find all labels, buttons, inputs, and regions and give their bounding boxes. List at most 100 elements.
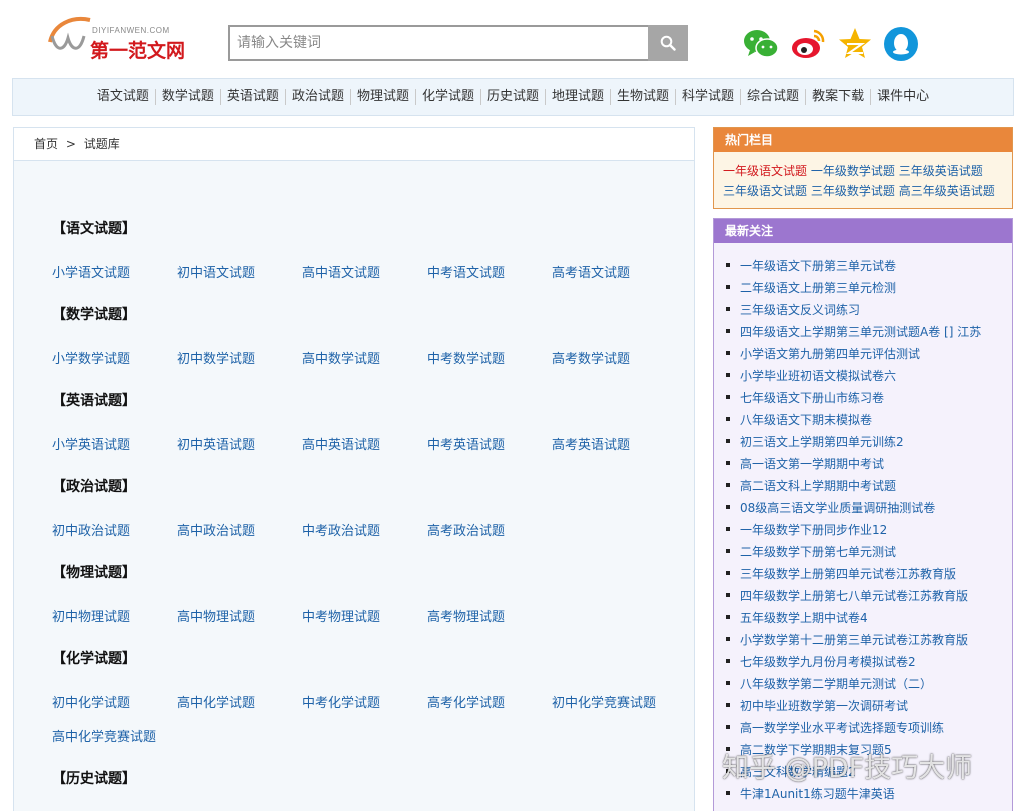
latest-item[interactable]: 一年级数学下册同步作业12 <box>726 519 981 541</box>
latest-item[interactable]: 八年级数学第二学期单元测试（二） <box>726 673 981 695</box>
section-title: 【化学试题】 <box>52 651 136 667</box>
wechat-share-button[interactable] <box>742 25 780 63</box>
hot-row-2: 三年级语文试题 三年级数学试题 高三年级英语试题 <box>723 182 995 199</box>
nav-item-courseware[interactable]: 课件中心 <box>870 89 935 105</box>
search-button[interactable] <box>648 25 688 61</box>
section-link[interactable]: 初中政治试题 <box>52 520 130 539</box>
main-content-panel: 首页 > 试题库 【语文试题】 小学语文试题 初中语文试题 高中语文试题 中考语文试题高… <box>13 127 695 811</box>
latest-item[interactable]: 四年级语文上学期第三单元测试题A卷 [] 江苏 <box>726 321 981 343</box>
nav-item-lesson-plans[interactable]: 教案下载 <box>805 89 870 105</box>
nav-item-history[interactable]: 历史试题 <box>479 89 545 105</box>
hot-link[interactable]: 三年级语文试题 <box>723 184 807 198</box>
section-link[interactable]: 小学语文试题 <box>52 262 130 281</box>
section-link[interactable]: 初中语文试题 <box>177 262 255 281</box>
section-link[interactable]: 中考语文试题 <box>427 262 505 281</box>
latest-item[interactable]: 小学语文第九册第四单元评估测试 <box>726 343 981 365</box>
section-link[interactable]: 初中数学试题 <box>177 348 255 367</box>
section-link[interactable]: 高中物理试题 <box>177 606 255 625</box>
nav-item-math[interactable]: 数学试题 <box>154 89 220 105</box>
latest-box: 最新关注 一年级语文下册第三单元试卷 二年级语文上册第三单元检测 三年级语文反义词练… <box>713 218 1013 811</box>
section-title: 【历史试题】 <box>52 771 136 787</box>
wechat-icon <box>744 30 779 58</box>
section-link[interactable]: 中考英语试题 <box>427 434 505 453</box>
breadcrumb-current: 试题库 <box>83 137 120 151</box>
search-input[interactable] <box>228 25 650 61</box>
breadcrumb: 首页 > 试题库 <box>14 128 694 161</box>
section-link[interactable]: 初中物理试题 <box>52 606 130 625</box>
section-link[interactable]: 高考数学试题 <box>552 348 630 367</box>
section-link[interactable]: 高中政治试题 <box>177 520 255 539</box>
section-link[interactable]: 中考化学试题 <box>302 692 380 711</box>
hot-columns-box: 热门栏目 一年级语文试题 一年级数学试题 三年级英语试题 三年级语文试题 三年级… <box>713 127 1013 209</box>
section-link[interactable]: 小学数学试题 <box>52 348 130 367</box>
hot-link[interactable]: 一年级数学试题 <box>811 164 895 178</box>
latest-item[interactable]: 八年级语文下期末模拟卷 <box>726 409 981 431</box>
hot-link[interactable]: 一年级语文试题 <box>723 164 807 178</box>
nav-item-science[interactable]: 科学试题 <box>675 89 740 105</box>
latest-title: 最新关注 <box>714 219 1012 243</box>
section-link[interactable]: 初中化学竞赛试题 <box>552 692 656 711</box>
section-link[interactable]: 高考语文试题 <box>552 262 630 281</box>
qzone-share-button[interactable] <box>836 25 874 63</box>
hot-link[interactable]: 三年级数学试题 <box>811 184 895 198</box>
section-link[interactable]: 高中语文试题 <box>302 262 380 281</box>
logo-swoosh-icon <box>48 17 91 50</box>
search-icon <box>660 35 676 51</box>
section-link[interactable]: 高中数学试题 <box>302 348 380 367</box>
section-link[interactable]: 初中化学试题 <box>52 692 130 711</box>
latest-item[interactable]: 高一数学学业水平考试选择题专项训练 <box>726 717 981 739</box>
nav-item-chinese[interactable]: 语文试题 <box>91 89 155 105</box>
latest-item[interactable]: 二年级语文上册第三单元检测 <box>726 277 981 299</box>
section-link[interactable]: 小学英语试题 <box>52 434 130 453</box>
latest-item[interactable]: 一年级语文下册第三单元试卷 <box>726 255 981 277</box>
logo-domain-text: DIYIFANWEN.COM <box>92 26 170 35</box>
search-bar <box>228 25 688 61</box>
section-link[interactable]: 高考化学试题 <box>427 692 505 711</box>
breadcrumb-home-link[interactable]: 首页 <box>34 137 58 151</box>
latest-item[interactable]: 高一语文第一学期期中考试 <box>726 453 981 475</box>
qq-share-button[interactable] <box>882 25 920 63</box>
hot-link[interactable]: 高三年级英语试题 <box>899 184 995 198</box>
section-link[interactable]: 中考数学试题 <box>427 348 505 367</box>
nav-item-biology[interactable]: 生物试题 <box>610 89 675 105</box>
latest-item[interactable]: 初中毕业班数学第一次调研考试 <box>726 695 981 717</box>
section-link[interactable]: 高中化学试题 <box>177 692 255 711</box>
latest-item[interactable]: 08级高三语文学业质量调研抽测试卷 <box>726 497 981 519</box>
latest-item[interactable]: 三年级数学上册第四单元试卷江苏教育版 <box>726 563 981 585</box>
qq-icon <box>884 27 918 61</box>
section-link[interactable]: 中考政治试题 <box>302 520 380 539</box>
latest-item[interactable]: 七年级数学九月份月考模拟试卷2 <box>726 651 981 673</box>
site-logo[interactable]: DIYIFANWEN.COM 第一范文网 <box>46 12 196 62</box>
nav-item-geography[interactable]: 地理试题 <box>545 89 610 105</box>
section-link[interactable]: 初中英语试题 <box>177 434 255 453</box>
nav-item-politics[interactable]: 政治试题 <box>284 89 350 105</box>
hot-link[interactable]: 三年级英语试题 <box>899 164 983 178</box>
nav-item-physics[interactable]: 物理试题 <box>349 89 415 105</box>
latest-item[interactable]: 初三语文上学期第四单元训练2 <box>726 431 981 453</box>
section-link[interactable]: 高考英语试题 <box>552 434 630 453</box>
latest-item[interactable]: 四年级数学上册第七八单元试卷江苏教育版 <box>726 585 981 607</box>
latest-item[interactable]: 小学数学第十二册第三单元试卷江苏教育版 <box>726 629 981 651</box>
hot-columns-title: 热门栏目 <box>714 128 1012 152</box>
latest-list: 一年级语文下册第三单元试卷 二年级语文上册第三单元检测 三年级语文反义词练习 四年级语… <box>726 255 981 805</box>
latest-item[interactable]: 三年级语文反义词练习 <box>726 299 981 321</box>
latest-item[interactable]: 牛津1Aunit1练习题牛津英语 <box>726 783 981 805</box>
section-title: 【英语试题】 <box>52 393 136 409</box>
breadcrumb-separator: > <box>65 137 76 151</box>
section-link[interactable]: 高考物理试题 <box>427 606 505 625</box>
section-link[interactable]: 中考物理试题 <box>302 606 380 625</box>
nav-item-general[interactable]: 综合试题 <box>740 89 805 105</box>
latest-item[interactable]: 二年级数学下册第七单元测试 <box>726 541 981 563</box>
weibo-share-button[interactable] <box>789 25 827 63</box>
nav-item-english[interactable]: 英语试题 <box>219 89 285 105</box>
latest-item[interactable]: 五年级数学上期中试卷4 <box>726 607 981 629</box>
latest-item[interactable]: 七年级语文下册山市练习卷 <box>726 387 981 409</box>
section-link[interactable]: 高中英语试题 <box>302 434 380 453</box>
section-link[interactable]: 高中化学竞赛试题 <box>52 726 156 745</box>
section-title: 【语文试题】 <box>52 221 136 237</box>
latest-item[interactable]: 高二语文科上学期期中考试题 <box>726 475 981 497</box>
section-link[interactable]: 高考政治试题 <box>427 520 505 539</box>
nav-item-chemistry[interactable]: 化学试题 <box>414 89 480 105</box>
latest-item[interactable]: 小学毕业班初语文模拟试卷六 <box>726 365 981 387</box>
site-header: DIYIFANWEN.COM 第一范文网 <box>0 0 1026 76</box>
